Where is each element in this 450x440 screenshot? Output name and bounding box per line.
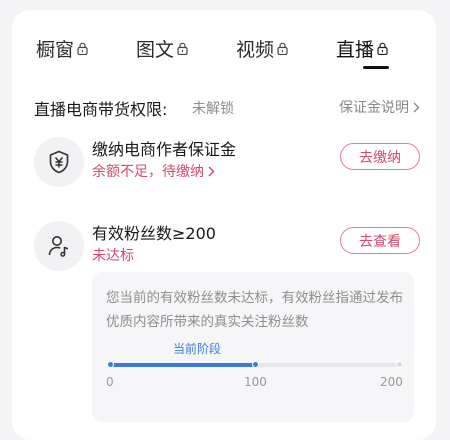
tab-label: 图文 — [136, 38, 175, 61]
deposit-info-link[interactable]: 保证金说明 — [339, 97, 420, 117]
lock-icon — [177, 42, 188, 55]
requirement-status-link[interactable]: 余额不足，待缴纳 — [92, 161, 215, 181]
lock-icon — [277, 42, 288, 55]
tick-label: 100 — [244, 375, 267, 389]
user-music-icon — [34, 221, 84, 271]
requirement-followers: 有效粉丝数≥200 未达标 去查看 — [34, 221, 420, 277]
requirement-status: 未达标 — [92, 245, 134, 265]
lock-icon — [77, 42, 88, 55]
deposit-link-label: 保证金说明 — [339, 100, 409, 116]
progress-dot-start — [107, 361, 114, 368]
tab-label: 橱窗 — [36, 38, 75, 61]
follower-info-text: 您当前的有效粉丝数未达标，有效粉丝指通过发布优质内容所带来的真实关注粉丝数 — [106, 290, 403, 330]
live-commerce-card: 橱窗 图文 视频 直播 直播电商带货权限: 未解锁 保证金说明 缴纳电商作者保证… — [12, 10, 436, 440]
active-tab-indicator — [363, 66, 389, 69]
tab-video[interactable]: 视频 — [236, 34, 288, 62]
permission-status: 未解锁 — [192, 101, 234, 117]
tick-label: 200 — [380, 375, 403, 389]
tab-image-text[interactable]: 图文 — [136, 34, 188, 62]
progress-dot-current — [252, 361, 259, 368]
requirement-title: 缴纳电商作者保证金 — [92, 140, 237, 159]
follower-progress-panel: 您当前的有效粉丝数未达标，有效粉丝指通过发布优质内容所带来的真实关注粉丝数 当前… — [92, 272, 414, 422]
requirement-status: 余额不足，待缴纳 — [92, 164, 204, 180]
tab-live[interactable]: 直播 — [336, 34, 388, 62]
progress-dot-end — [396, 361, 403, 368]
progress-fill — [110, 363, 255, 367]
requirement-title: 有效粉丝数≥200 — [92, 224, 216, 243]
permission-section: 直播电商带货权限: 未解锁 保证金说明 缴纳电商作者保证金 余额不足，待缴纳 去… — [24, 80, 424, 425]
tick-label: 0 — [106, 375, 114, 389]
tab-showcase[interactable]: 橱窗 — [36, 34, 88, 62]
requirement-status-text: 未达标 — [92, 248, 134, 264]
tab-label: 视频 — [236, 38, 275, 61]
tab-label: 直播 — [336, 38, 375, 61]
tab-bar: 橱窗 图文 视频 直播 — [12, 10, 436, 76]
pay-deposit-button[interactable]: 去缴纳 — [340, 143, 420, 170]
view-followers-button[interactable]: 去查看 — [340, 227, 420, 254]
permission-header: 直播电商带货权限: 未解锁 保证金说明 — [34, 96, 420, 120]
chevron-right-icon — [413, 102, 420, 112]
requirement-deposit: 缴纳电商作者保证金 余额不足，待缴纳 去缴纳 — [34, 137, 420, 193]
progress-track — [107, 361, 403, 368]
permission-title: 直播电商带货权限: — [34, 100, 168, 119]
current-stage-tooltip: 当前阶段 — [173, 341, 222, 356]
yuan-shield-icon — [34, 137, 84, 187]
lock-icon — [377, 42, 388, 55]
chevron-right-icon — [208, 165, 215, 177]
